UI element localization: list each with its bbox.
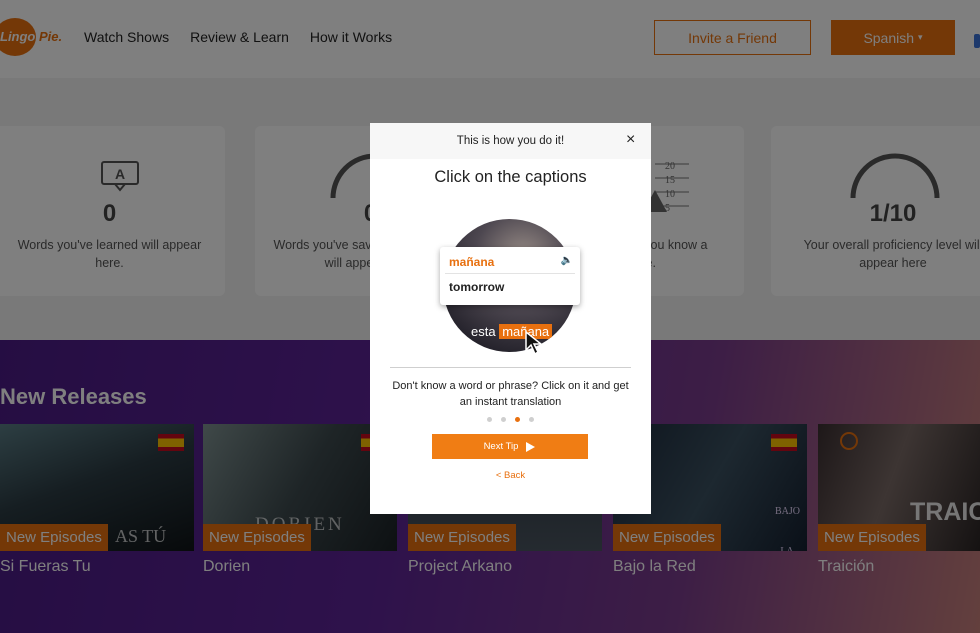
tutorial-modal: This is how you do it! × Click on the ca…	[370, 123, 651, 514]
close-icon[interactable]: ×	[626, 132, 635, 148]
mouse-cursor-icon	[525, 330, 544, 356]
pagination-dot[interactable]	[501, 417, 506, 422]
popup-translation: tomorrow	[449, 280, 505, 294]
modal-body-text: Don't know a word or phrase? Click on it…	[392, 380, 629, 408]
modal-header-text: This is how you do it!	[456, 135, 565, 147]
next-tip-button[interactable]: Next Tip	[432, 434, 588, 459]
pagination-dot[interactable]	[487, 417, 492, 422]
pagination-dot[interactable]	[529, 417, 534, 422]
pagination-dots	[370, 417, 651, 422]
modal-title: Click on the captions	[434, 168, 587, 186]
translation-popup: mañana 🔈 tomorrow	[440, 247, 580, 305]
popup-divider	[445, 273, 575, 274]
back-link[interactable]: < Back	[370, 470, 651, 481]
speaker-icon[interactable]: 🔈	[561, 255, 573, 266]
modal-divider	[390, 367, 631, 368]
popup-word: mañana	[449, 255, 495, 269]
next-tip-label: Next Tip	[483, 441, 519, 452]
pagination-dot-active[interactable]	[515, 417, 520, 422]
caption-prefix: esta	[471, 324, 500, 339]
play-arrow-icon	[526, 441, 536, 452]
